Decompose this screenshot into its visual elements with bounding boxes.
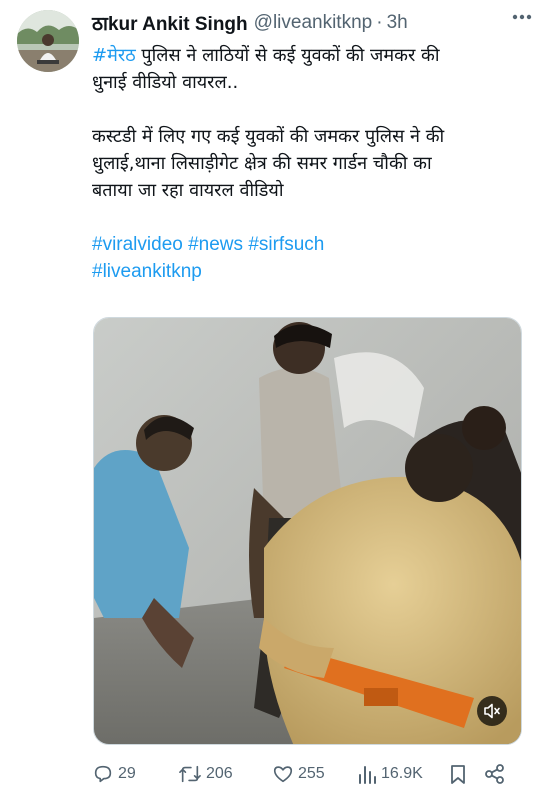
author-display-name[interactable]: ठाkur Ankit Singh <box>92 10 248 36</box>
video-player[interactable] <box>93 317 522 745</box>
tweet-line-2: धुनाई वीडियो वायरल.. <box>92 72 239 93</box>
like-count: 255 <box>298 765 325 782</box>
hashtags-line: #viralvideo #news #sirfsuch <box>92 231 528 258</box>
tweet-text: #मेरठ पुलिस ने लाठियों से कई युवकों की ज… <box>92 42 528 285</box>
like-button[interactable]: 255 <box>272 763 325 785</box>
more-horizontal-icon <box>512 14 532 20</box>
hashtag-viralvideo[interactable]: #viralvideo <box>92 234 183 255</box>
reply-button[interactable]: 29 <box>92 763 136 785</box>
share-icon <box>485 764 504 784</box>
tweet-header: ठाkur Ankit Singh @liveankitknp · 3h <box>92 9 528 37</box>
views-count: 16.9K <box>381 765 423 782</box>
bookmark-icon <box>451 765 465 784</box>
heart-icon <box>273 766 293 783</box>
hashtag-sirfsuch[interactable]: #sirfsuch <box>248 234 324 255</box>
share-button[interactable] <box>484 763 506 785</box>
tweet-line-3: कस्टडी में लिए गए कई युवकों की जमकर पुलि… <box>92 126 445 147</box>
video-frame <box>94 318 521 744</box>
avatar[interactable] <box>17 10 79 72</box>
tweet-line-5: बताया जा रहा वायरल वीडियो <box>92 180 284 201</box>
reply-count: 29 <box>118 765 136 782</box>
views-button[interactable]: 16.9K <box>357 763 423 785</box>
hashtags-line-2: #liveankitknp <box>92 258 528 285</box>
tweet-card[interactable]: ठाkur Ankit Singh @liveankitknp · 3h #मे… <box>0 0 540 802</box>
tweet-line-1: #मेरठ पुलिस ने लाठियों से कई युवकों की ज… <box>92 42 528 69</box>
reply-icon <box>94 765 112 783</box>
hashtag-meerut[interactable]: #मेरठ <box>92 45 136 66</box>
tweet-line-1-text: पुलिस ने लाठियों से कई युवकों की जमकर की <box>135 45 440 66</box>
mute-toggle-button[interactable] <box>477 696 507 726</box>
tweet-actions-bar: 29 206 255 16.9K <box>92 758 522 790</box>
separator-dot: · <box>376 12 383 33</box>
tweet-line-4: धुलाई,थाना लिसाड़ीगेट क्षेत्र की समर गार… <box>92 153 432 174</box>
views-chart-icon <box>359 766 376 784</box>
hashtag-news[interactable]: #news <box>188 234 243 255</box>
retweet-count: 206 <box>206 765 233 782</box>
tweet-timestamp[interactable]: 3h <box>387 12 408 34</box>
more-options-button[interactable] <box>508 6 536 28</box>
author-handle[interactable]: @liveankitknp <box>254 12 373 34</box>
retweet-button[interactable]: 206 <box>178 763 233 785</box>
hashtag-liveankitknp[interactable]: #liveankitknp <box>92 261 202 282</box>
retweet-icon <box>179 765 201 783</box>
speaker-muted-icon <box>484 703 500 719</box>
bookmark-button[interactable] <box>448 763 468 785</box>
